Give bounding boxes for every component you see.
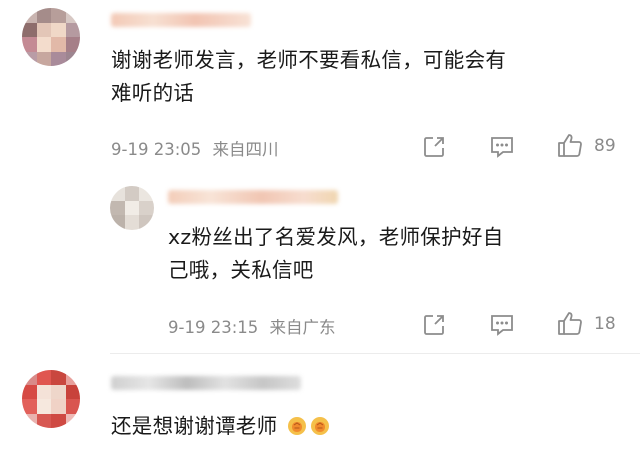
avatar[interactable]: [22, 370, 80, 428]
comment-meta: 9-19 23:05 来自四川: [111, 136, 279, 160]
comment-text-line: xz粉丝出了名爱发风，老师保护好自: [168, 225, 504, 249]
thumbs-up-icon[interactable]: [556, 309, 584, 337]
like-count: 89: [594, 136, 616, 156]
clap-emoji-icon: [288, 417, 307, 435]
comment-text: 还是想谢谢谭老师: [111, 410, 330, 443]
comment-icon[interactable]: [489, 135, 515, 159]
location: 来自广东: [269, 318, 336, 337]
comment-text-line: 谢谢老师发言，老师不要看私信，可能会有: [111, 48, 507, 72]
like-count: 18: [594, 314, 616, 334]
clap-emoji-icon: [311, 417, 330, 435]
comment-text-line: 难听的话: [111, 81, 195, 105]
location: 来自四川: [212, 140, 279, 159]
comment-text: 谢谢老师发言，老师不要看私信，可能会有 难听的话: [111, 44, 506, 110]
timestamp: 9-19 23:05: [111, 140, 202, 159]
comment-text-line: 还是想谢谢谭老师: [111, 414, 278, 438]
username-blurred[interactable]: [111, 13, 251, 27]
divider: [110, 353, 640, 354]
timestamp: 9-19 23:15: [168, 318, 259, 337]
avatar[interactable]: [110, 186, 154, 230]
comment-icon[interactable]: [489, 313, 515, 337]
comment-meta: 9-19 23:15 来自广东: [168, 314, 336, 338]
comment-text: xz粉丝出了名爱发风，老师保护好自 己哦，关私信吧: [168, 221, 504, 287]
username-blurred[interactable]: [168, 190, 338, 204]
share-icon[interactable]: [422, 313, 446, 337]
share-icon[interactable]: [422, 135, 446, 159]
username-blurred[interactable]: [111, 376, 301, 390]
thumbs-up-icon[interactable]: [556, 131, 584, 159]
comment-text-line: 己哦，关私信吧: [168, 258, 314, 282]
avatar[interactable]: [22, 8, 80, 66]
